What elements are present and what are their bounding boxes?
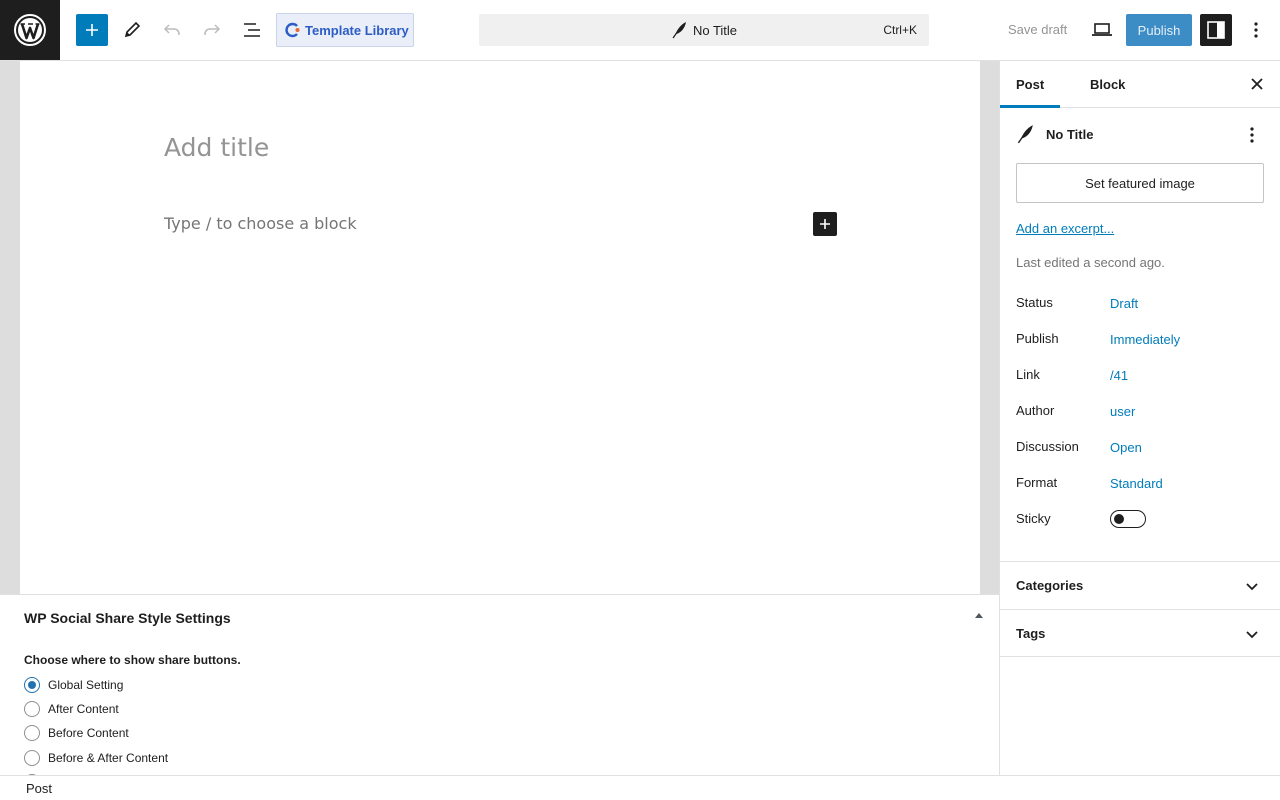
- document-title-group: No Title: [671, 21, 737, 39]
- sticky-label: Sticky: [1016, 511, 1051, 526]
- sidebar-tabs: Post Block: [1000, 61, 1280, 108]
- template-library-logo-icon: [285, 22, 300, 38]
- sticky-toggle[interactable]: [1110, 510, 1146, 528]
- panel-tags-label: Tags: [1016, 625, 1046, 641]
- author-value-button[interactable]: user: [1110, 404, 1135, 419]
- panel-tags[interactable]: Tags: [1000, 609, 1280, 657]
- post-title-input[interactable]: Add title: [164, 133, 269, 162]
- radio-option-before-after-content[interactable]: Before & After Content: [24, 750, 168, 766]
- publish-label: Publish: [1016, 331, 1059, 346]
- command-palette-bar[interactable]: No Title Ctrl+K: [479, 14, 929, 46]
- link-label: Link: [1016, 367, 1040, 382]
- plus-icon: [820, 219, 830, 229]
- redo-button[interactable]: [196, 14, 228, 46]
- format-label: Format: [1016, 475, 1058, 490]
- chevron-down-icon: [1246, 631, 1258, 639]
- save-draft-button[interactable]: Save draft: [1008, 22, 1067, 37]
- block-breadcrumb[interactable]: Post: [26, 781, 52, 796]
- radio-option-before-content[interactable]: Before Content: [24, 725, 129, 741]
- radio-button[interactable]: [24, 725, 40, 741]
- settings-sidebar: Post Block No Title Set featured image A…: [999, 61, 1280, 775]
- settings-toggle-button[interactable]: [1200, 14, 1232, 46]
- status-label: Status: [1016, 295, 1053, 310]
- wordpress-icon: [14, 14, 46, 46]
- share-location-question: Choose where to show share buttons.: [24, 653, 241, 667]
- laptop-icon: [1092, 23, 1112, 36]
- collapse-arrow-icon[interactable]: [974, 611, 984, 621]
- document-title: No Title: [692, 22, 738, 38]
- undo-button[interactable]: [156, 14, 188, 46]
- tab-block[interactable]: Block: [1074, 61, 1141, 108]
- block-inserter-button[interactable]: [76, 14, 108, 46]
- tab-post[interactable]: Post: [1000, 61, 1060, 108]
- tools-button[interactable]: [116, 14, 148, 46]
- radio-button[interactable]: [24, 750, 40, 766]
- editor-header: Template Library No Title Ctrl+K Save dr…: [0, 0, 1280, 61]
- editor-area: Add title Type / to choose a block: [0, 61, 999, 594]
- post-actions-button[interactable]: [1244, 125, 1260, 145]
- set-featured-image-button[interactable]: Set featured image: [1016, 163, 1264, 203]
- radio-option-after-content[interactable]: After Content: [24, 701, 119, 717]
- sidebar-panel-icon: [1207, 21, 1225, 39]
- radio-label: Before & After Content: [48, 751, 169, 765]
- pencil-icon: [124, 21, 141, 38]
- radio-label: After Content: [48, 702, 119, 716]
- chevron-down-icon: [1246, 583, 1258, 591]
- add-excerpt-link[interactable]: Add an excerpt...: [1016, 221, 1114, 236]
- radio-button[interactable]: [24, 701, 40, 717]
- post-feather-icon: [1017, 125, 1033, 144]
- radio-option-global-setting[interactable]: Global Setting: [24, 677, 123, 693]
- status-value-button[interactable]: Draft: [1110, 296, 1138, 311]
- list-view-icon: [244, 23, 260, 37]
- publish-button[interactable]: Publish: [1126, 14, 1192, 46]
- radio-label: Global Setting: [48, 678, 124, 692]
- document-overview-button[interactable]: [236, 14, 268, 46]
- plus-icon: [86, 24, 98, 36]
- default-block-appender[interactable]: Type / to choose a block: [164, 214, 357, 233]
- more-vertical-icon: [1250, 127, 1254, 143]
- undo-icon: [163, 24, 180, 35]
- editor-scrollbar[interactable]: [980, 61, 999, 594]
- panel-categories[interactable]: Categories: [1000, 561, 1280, 609]
- wordpress-logo-button[interactable]: [0, 0, 60, 60]
- keyboard-shortcut: Ctrl+K: [883, 23, 917, 37]
- close-sidebar-button[interactable]: [1248, 75, 1266, 93]
- metabox-title: WP Social Share Style Settings: [24, 610, 231, 626]
- post-feather-icon: [672, 22, 686, 39]
- post-card-title: No Title: [1046, 126, 1094, 142]
- template-library-label: Template Library: [305, 22, 409, 38]
- inline-inserter-button[interactable]: [813, 212, 837, 236]
- author-label: Author: [1016, 403, 1055, 418]
- publish-value-button[interactable]: Immediately: [1110, 332, 1180, 347]
- discussion-value-button[interactable]: Open: [1110, 440, 1142, 455]
- social-share-metabox: WP Social Share Style Settings Choose wh…: [0, 594, 999, 776]
- format-value-button[interactable]: Standard: [1110, 476, 1163, 491]
- redo-icon: [204, 24, 221, 35]
- close-icon: [1251, 78, 1263, 90]
- link-value-button[interactable]: /41: [1110, 368, 1128, 383]
- editor-footer: Post: [0, 775, 1280, 800]
- radio-label: Before Content: [48, 726, 129, 740]
- editor-canvas[interactable]: Add title Type / to choose a block: [20, 61, 980, 594]
- more-vertical-icon: [1254, 22, 1258, 38]
- panel-categories-label: Categories: [1016, 578, 1084, 593]
- template-library-button[interactable]: Template Library: [276, 13, 414, 47]
- post-card: No Title: [1016, 124, 1093, 144]
- discussion-label: Discussion: [1016, 439, 1079, 454]
- radio-button[interactable]: [24, 677, 40, 693]
- preview-button[interactable]: [1088, 14, 1116, 46]
- last-edited-text: Last edited a second ago.: [1016, 255, 1165, 270]
- options-menu-button[interactable]: [1244, 14, 1268, 46]
